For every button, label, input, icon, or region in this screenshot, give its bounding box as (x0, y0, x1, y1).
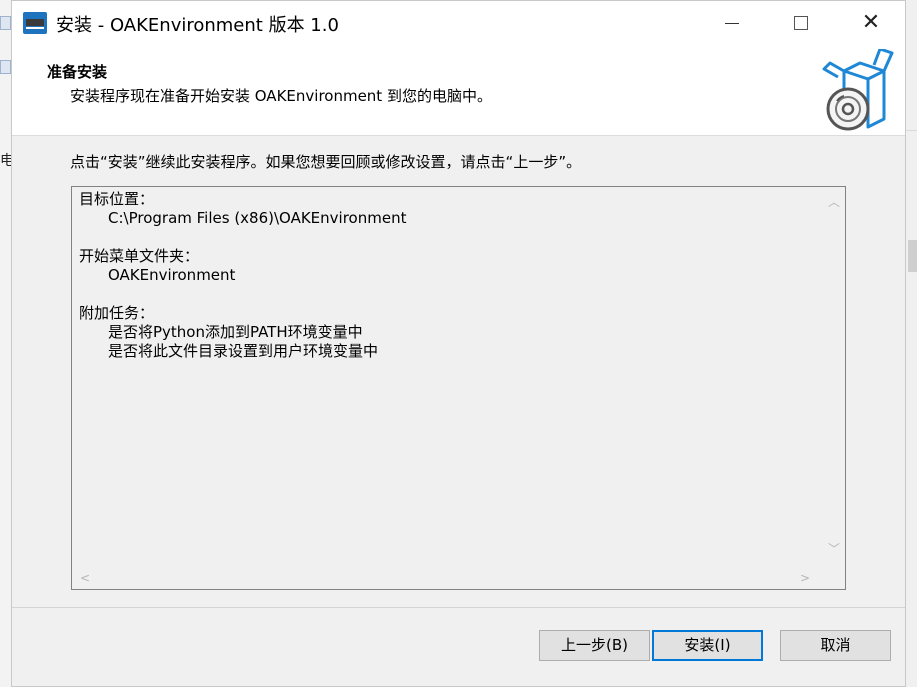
vertical-scrollbar[interactable]: ︿ ﹀ (823, 187, 845, 567)
background-scrollbar (908, 240, 917, 272)
installer-window: 安装 - OAKEnvironment 版本 1.0 ✕ 准备安装 安装程序现在… (11, 0, 906, 687)
box-disc-icon (822, 49, 894, 131)
scroll-left-icon[interactable]: < (78, 571, 92, 585)
oak-app-icon (23, 12, 47, 34)
startmenu-value: OAKEnvironment (108, 266, 236, 284)
close-button[interactable]: ✕ (848, 1, 894, 45)
scroll-right-icon[interactable]: > (798, 571, 812, 585)
minimize-button[interactable] (709, 1, 755, 45)
startmenu-label: 开始菜单文件夹： (79, 247, 200, 265)
cancel-button[interactable]: 取消 (780, 630, 891, 661)
task-item: 是否将此文件目录设置到用户环境变量中 (108, 342, 379, 360)
title-bar[interactable]: 安装 - OAKEnvironment 版本 1.0 ✕ (12, 1, 905, 45)
maximize-button (778, 1, 824, 45)
scroll-up-icon[interactable]: ︿ (827, 195, 841, 209)
scroll-down-icon[interactable]: ﹀ (827, 542, 841, 556)
close-icon: ✕ (861, 10, 881, 35)
dest-value: C:\Program Files (x86)\OAKEnvironment (108, 209, 407, 227)
page-subtitle: 安装程序现在准备开始安装 OAKEnvironment 到您的电脑中。 (70, 87, 492, 105)
tasks-label: 附加任务： (79, 304, 155, 322)
footer-divider (12, 607, 905, 608)
background-icon (0, 16, 11, 30)
header-panel: 准备安装 安装程序现在准备开始安装 OAKEnvironment 到您的电脑中。 (12, 45, 905, 136)
background-window-right (906, 0, 917, 687)
page-title: 准备安装 (47, 63, 108, 81)
window-title: 安装 - OAKEnvironment 版本 1.0 (56, 15, 339, 36)
dest-label: 目标位置： (79, 190, 155, 208)
background-icon (0, 60, 11, 74)
background-divider (906, 130, 917, 131)
instruction-text: 点击“安装”继续此安装程序。如果您想要回顾或修改设置，请点击“上一步”。 (70, 153, 582, 171)
summary-content: 目标位置： C:\Program Files (x86)\OAKEnvironm… (79, 190, 406, 361)
horizontal-scrollbar[interactable]: < > (72, 567, 824, 589)
install-button[interactable]: 安装(I) (652, 630, 763, 661)
back-button[interactable]: 上一步(B) (539, 630, 650, 661)
task-item: 是否将Python添加到PATH环境变量中 (108, 323, 363, 341)
maximize-icon (794, 16, 808, 30)
ready-summary-memo[interactable]: 目标位置： C:\Program Files (x86)\OAKEnvironm… (71, 186, 846, 590)
minimize-icon (725, 22, 739, 24)
